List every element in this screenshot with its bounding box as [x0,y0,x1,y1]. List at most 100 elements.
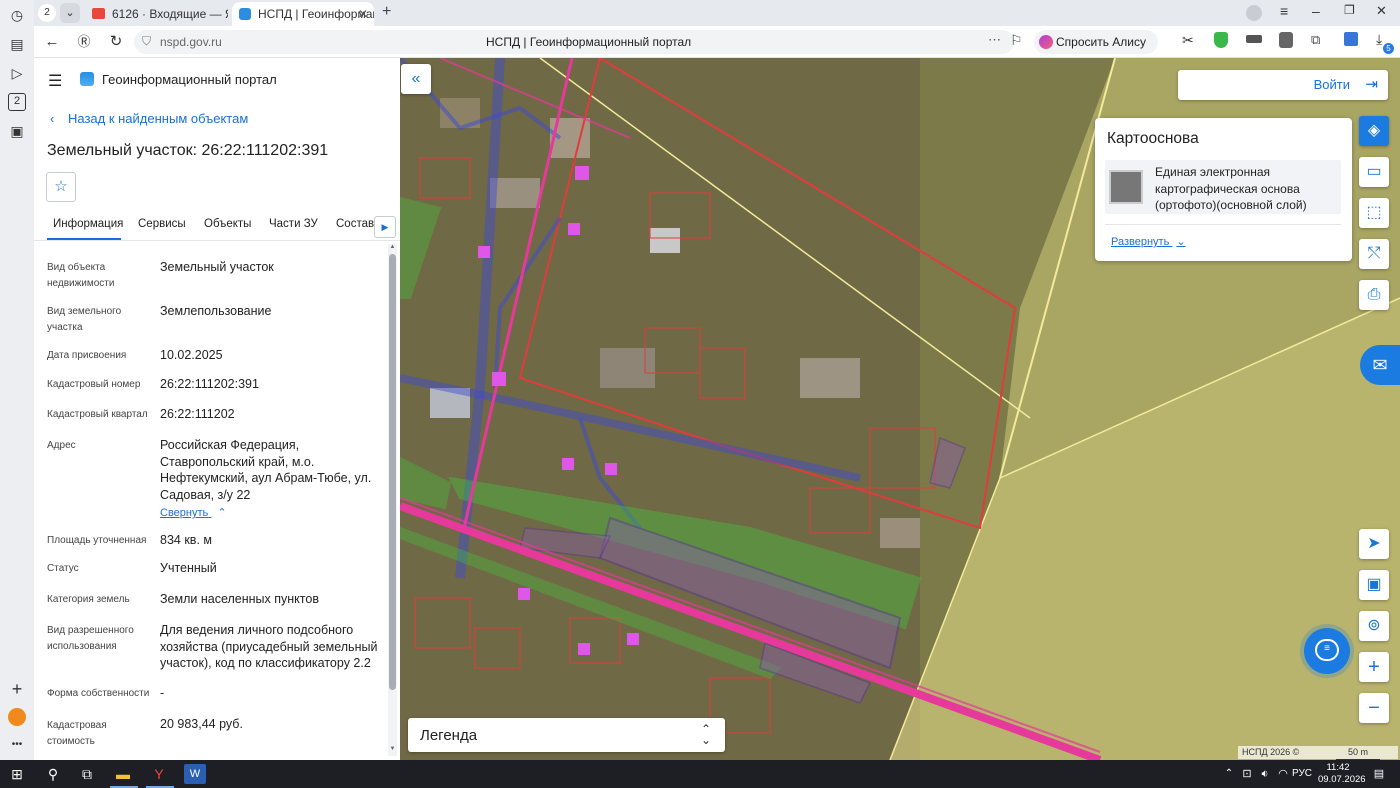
translate-icon[interactable] [1344,32,1358,46]
tab-nspd[interactable]: НСПД | Геоинформацио ✕ [232,2,374,26]
basemap-card: Картооснова Единая электронная картограф… [1095,118,1352,261]
windows-start-icon[interactable]: ⊞ [6,764,28,784]
more-options-icon[interactable]: ⋯ [988,32,1001,48]
close-window-icon[interactable]: ✕ [1376,3,1387,19]
legend-select[interactable]: Легенда ⌃ ⌄ [408,718,725,752]
layers-button[interactable]: ◈ [1359,116,1389,146]
screenshot-icon[interactable]: ▣ [8,122,26,140]
back-icon[interactable]: ← [43,33,61,51]
reload-icon[interactable]: ↻ [107,33,125,51]
tab-composition[interactable]: Состав [336,218,374,230]
tabs-scroll-right-icon[interactable]: ▶ [374,216,396,238]
map-view[interactable]: « Войти ⇥ Картооснова Единая электронная… [400,58,1400,760]
tab-parts[interactable]: Части ЗУ [269,218,318,230]
scroll-up-icon[interactable]: ▲ [388,244,397,250]
wifi-icon[interactable]: ◠ [1272,764,1294,784]
vpn-icon[interactable] [1246,35,1262,43]
hamburger-menu-icon[interactable]: ☰ [48,71,62,91]
tabs-dropdown-icon[interactable]: ⌄ [60,3,80,23]
basemap-layer-item[interactable]: Единая электронная картографическая осно… [1105,160,1341,214]
basemap-title: Картооснова [1107,130,1199,147]
assistant-tab-icon[interactable]: ✉ [1360,345,1400,385]
sidebar-badge[interactable]: 2 [8,93,26,111]
yandex-browser-icon[interactable]: Y [148,764,170,784]
building [600,348,655,388]
expand-link[interactable]: Развернуть ⌄ [1111,235,1186,248]
file-explorer-icon[interactable]: ▬ [112,764,134,784]
language-indicator[interactable]: РУС [1292,768,1312,779]
mail-icon [92,8,105,19]
extension-icon[interactable]: ✂ [1182,32,1194,49]
attribution-bar: НСПД 2026 © 50 m [1238,746,1398,760]
tab-counter[interactable]: 2 [38,4,56,22]
bookmarks-icon[interactable]: ▤ [8,35,26,53]
address-value: Российская Федерация, Ставропольский кра… [160,438,372,502]
info-label: Кадастровая стоимость [47,720,107,747]
new-tab-icon[interactable]: + [382,3,391,21]
tab-info[interactable]: Информация [53,218,123,230]
maximize-icon[interactable]: ❐ [1344,3,1355,17]
add-icon[interactable]: + [8,680,26,698]
login-icon: ⇥ [1365,76,1378,93]
chat-button[interactable]: ≡ [1304,628,1350,674]
search-icon[interactable]: ⚲ [42,764,64,784]
puzzle-icon[interactable]: ⧉ [1311,32,1320,48]
downloads-icon[interactable]: ⤓ [1376,31,1382,48]
menu-icon[interactable]: ≡ [1280,3,1288,19]
url-text: nspd.gov.ru [160,35,222,49]
minimize-icon[interactable]: – [1312,3,1320,19]
building-marker [492,372,506,386]
collapse-link[interactable]: Свернуть ⌃ [160,506,227,519]
scrollbar-thumb[interactable] [389,254,396,690]
history-icon[interactable]: ◷ [8,6,26,24]
tab-objects[interactable]: Объекты [204,218,251,230]
tab-mail[interactable]: 6126 · Входящие — Яндекс [86,2,228,26]
collapse-panel-button[interactable]: « [401,64,431,94]
bookmark-icon[interactable]: ⚐ [1010,32,1023,49]
more-icon[interactable]: ••• [8,736,26,754]
video-icon[interactable]: ▷ [8,64,26,82]
privacy-icon[interactable] [1279,32,1293,48]
divider [1105,224,1341,225]
info-label: Форма собственности [47,688,150,699]
alice-button[interactable]: Спросить Алису AI [1034,30,1158,73]
building-marker [518,588,530,600]
share-button[interactable]: ⤲ [1359,239,1389,269]
zoom-out-button[interactable]: − [1359,693,1389,723]
notifications-icon[interactable]: ▤ [1368,764,1390,784]
page-title: НСПД | Геоинформационный портал [486,35,692,49]
profile-icon[interactable] [1246,5,1262,21]
geolocation-button[interactable]: ➤ [1359,529,1389,559]
print-button[interactable]: ⎙ [1359,280,1389,310]
login-button[interactable]: Войти ⇥ [1178,70,1388,100]
word-icon[interactable]: W [184,764,206,784]
portal-title: Геоинформационный портал [102,72,277,87]
info-value: 20 983,44 руб. [160,717,243,731]
building-marker [578,643,590,655]
close-tab-icon[interactable]: ✕ [358,2,368,26]
attribution-text: НСПД 2026 © [1242,747,1300,757]
ruler-button[interactable]: ▭ [1359,157,1389,187]
url-field[interactable]: ⛉ nspd.gov.ru НСПД | Геоинформационный п… [134,30,1014,54]
info-label: Вид земельного участка [47,306,122,333]
favorite-star-icon[interactable]: ☆ [46,172,76,202]
shield-icon[interactable]: Ⓡ [75,33,93,51]
scroll-down-icon[interactable]: ▼ [388,746,397,752]
layer-thumbnail [1109,170,1143,204]
building [800,358,860,398]
info-value: Учтенный [160,561,217,575]
back-to-results-link[interactable]: ‹ Назад к найденным объектам [50,111,248,126]
zoom-in-button[interactable]: + [1359,652,1389,682]
alice-app-icon[interactable] [8,708,26,726]
select-area-button[interactable]: ⬚ [1359,198,1389,228]
location-pin-button[interactable]: ⊚ [1359,611,1389,641]
tab-services[interactable]: Сервисы [138,218,186,230]
minimap-button[interactable]: ▣ [1359,570,1389,600]
chat-icon: ≡ [1315,639,1339,661]
adguard-icon[interactable] [1214,32,1228,48]
info-label: Площадь уточненная [47,535,147,546]
clock[interactable]: 11:42 09.07.2026 [1318,762,1366,786]
building [650,228,680,253]
scrollbar-track[interactable]: ▲ ▼ [388,244,397,756]
task-view-icon[interactable]: ⧉ [76,764,98,784]
